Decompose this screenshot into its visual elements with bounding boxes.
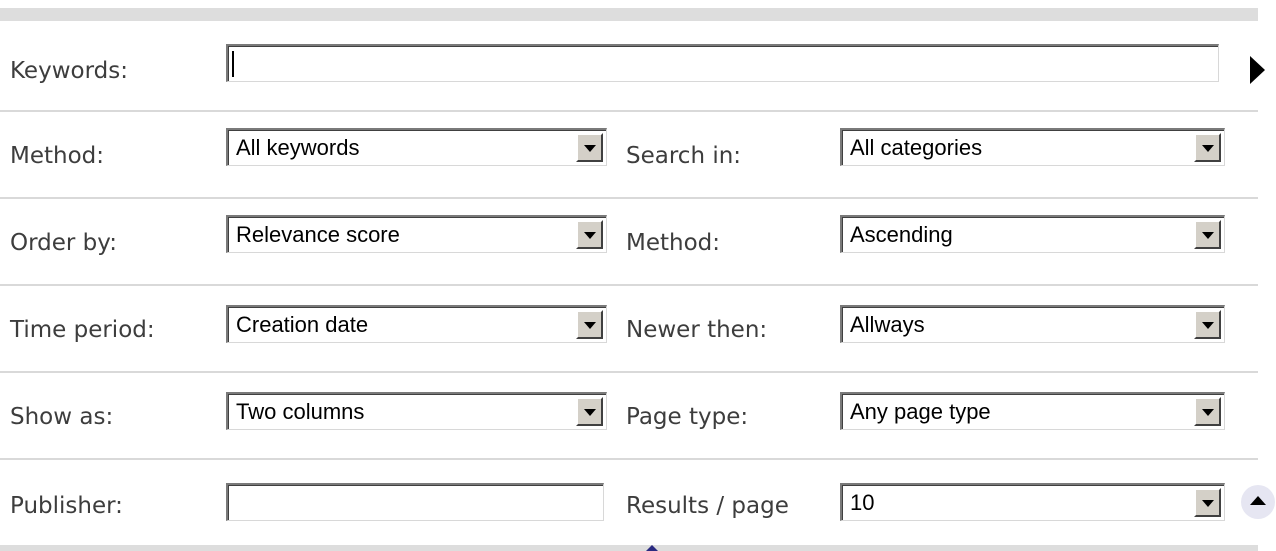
- method-select-value: All keywords: [236, 135, 360, 160]
- results-per-page-select-value: 10: [850, 490, 875, 515]
- search-in-select[interactable]: All categories: [840, 128, 1225, 166]
- bottom-divider: [0, 545, 1258, 551]
- method-select[interactable]: All keywords: [226, 128, 607, 166]
- order-method-select-value: Ascending: [850, 222, 953, 247]
- page-type-select-value: Any page type: [850, 399, 991, 424]
- results-per-page-select[interactable]: 10: [840, 483, 1225, 521]
- keywords-row: Keywords:: [0, 24, 1258, 112]
- search-in-label: Search in:: [626, 143, 742, 169]
- method-row: Method: All keywords Search in: All cate…: [0, 111, 1258, 199]
- time-row: Time period: Creation date Newer then: A…: [0, 285, 1258, 373]
- chevron-down-icon[interactable]: [576, 133, 603, 162]
- page-type-select[interactable]: Any page type: [840, 392, 1225, 430]
- chevron-down-icon[interactable]: [576, 310, 603, 339]
- chevron-down-icon[interactable]: [576, 220, 603, 249]
- show-as-select[interactable]: Two columns: [226, 392, 607, 430]
- method-label: Method:: [10, 143, 105, 169]
- page-type-label: Page type:: [626, 404, 749, 430]
- time-period-select-value: Creation date: [236, 312, 369, 337]
- arrow-up-icon[interactable]: [1241, 485, 1275, 519]
- publisher-input[interactable]: [226, 483, 604, 521]
- search-in-select-value: All categories: [850, 135, 983, 160]
- show-as-label: Show as:: [10, 404, 114, 430]
- time-period-select[interactable]: Creation date: [226, 305, 607, 343]
- chevron-down-icon[interactable]: [1194, 488, 1221, 517]
- order-by-select-value: Relevance score: [236, 222, 400, 247]
- order-by-label: Order by:: [10, 230, 117, 256]
- newer-then-label: Newer then:: [626, 317, 768, 343]
- keywords-label: Keywords:: [10, 58, 128, 84]
- chevron-down-icon[interactable]: [1194, 310, 1221, 339]
- newer-then-select-value: Allways: [850, 312, 925, 337]
- order-row: Order by: Relevance score Method: Ascend…: [0, 198, 1258, 286]
- order-by-select[interactable]: Relevance score: [226, 215, 607, 253]
- chevron-down-icon[interactable]: [1194, 220, 1221, 249]
- display-row: Show as: Two columns Page type: Any page…: [0, 372, 1258, 460]
- mouse-pointer-icon: [646, 545, 658, 551]
- order-method-label: Method:: [626, 230, 721, 256]
- top-divider: [0, 8, 1258, 21]
- chevron-down-icon[interactable]: [576, 397, 603, 426]
- publisher-label: Publisher:: [10, 493, 123, 519]
- show-as-select-value: Two columns: [236, 399, 365, 424]
- time-period-label: Time period:: [10, 317, 155, 343]
- chevron-down-icon[interactable]: [1194, 397, 1221, 426]
- results-per-page-label: Results / page: [626, 493, 789, 519]
- text-caret: [232, 51, 234, 77]
- publisher-row: Publisher: Results / page 10: [0, 460, 1258, 546]
- play-arrow-icon[interactable]: [1250, 56, 1265, 84]
- chevron-down-icon[interactable]: [1194, 133, 1221, 162]
- newer-then-select[interactable]: Allways: [840, 305, 1225, 343]
- keywords-input[interactable]: [226, 44, 1219, 82]
- order-method-select[interactable]: Ascending: [840, 215, 1225, 253]
